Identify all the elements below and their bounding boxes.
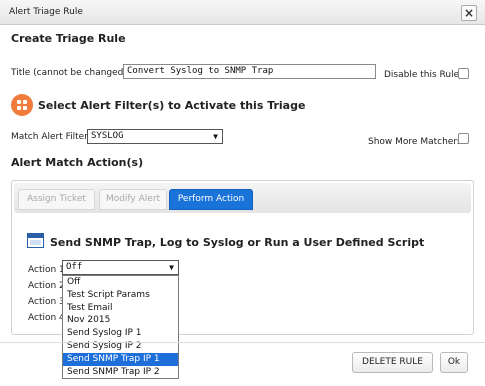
dropdown-option[interactable]: Send SNMP Trap IP 2 <box>63 366 178 379</box>
tab-modify-alert[interactable]: Modify Alert <box>99 189 167 210</box>
action-2-label: Action 2 <box>28 281 65 291</box>
title-field-label: Title (cannot be changed): <box>11 68 130 78</box>
dropdown-option-highlighted[interactable]: Send SNMP Trap IP 1 <box>63 352 178 366</box>
perform-action-heading: Send SNMP Trap, Log to Syslog or Run a U… <box>50 236 425 249</box>
footer-divider <box>0 342 485 343</box>
create-triage-rule-heading: Create Triage Rule <box>11 32 126 45</box>
disable-rule-label: Disable this Rule <box>384 70 460 80</box>
window-icon <box>27 233 44 248</box>
action-1-label: Action 1 <box>28 265 65 275</box>
tab-assign-ticket[interactable]: Assign Ticket <box>18 189 95 210</box>
action-1-select[interactable]: Off ▼ <box>62 260 179 275</box>
show-more-matchers-label: Show More Matchers <box>368 137 462 147</box>
action-1-dropdown-list: Off Test Script Params Test Email Nov 20… <box>62 275 179 379</box>
dropdown-option[interactable]: Test Script Params <box>63 289 178 302</box>
action-4-label: Action 4 <box>28 313 65 323</box>
match-filter-value: SYSLOG <box>91 131 124 141</box>
dropdown-option[interactable]: Nov 2015 <box>63 314 178 327</box>
tab-perform-action[interactable]: Perform Action <box>169 189 253 210</box>
actions-section-heading: Alert Match Action(s) <box>11 156 144 169</box>
match-filter-select[interactable]: SYSLOG ▼ <box>87 129 223 144</box>
filter-icon <box>11 94 33 116</box>
tab-bar: Assign Ticket Modify Alert Perform Actio… <box>14 183 471 213</box>
dropdown-arrow-icon: ▼ <box>169 263 174 272</box>
dropdown-option[interactable]: Off <box>63 276 178 289</box>
dropdown-arrow-icon: ▼ <box>213 132 218 141</box>
delete-rule-button[interactable]: DELETE RULE <box>352 352 433 373</box>
dropdown-option[interactable]: Send Syslog IP 1 <box>63 327 178 340</box>
show-more-matchers-checkbox[interactable] <box>458 133 469 144</box>
dropdown-option[interactable]: Test Email <box>63 302 178 315</box>
match-filter-label: Match Alert Filter <box>11 132 88 142</box>
dialog-title: Alert Triage Rule <box>9 7 83 17</box>
title-input[interactable]: Convert Syslog to SNMP Trap <box>123 64 376 79</box>
ok-button[interactable]: Ok <box>440 352 468 373</box>
close-icon: × <box>463 6 475 20</box>
disable-rule-checkbox[interactable] <box>458 68 469 79</box>
dialog-titlebar: Alert Triage Rule × <box>0 0 485 25</box>
close-button[interactable]: × <box>461 5 477 21</box>
action-3-label: Action 3 <box>28 297 65 307</box>
filter-section-heading: Select Alert Filter(s) to Activate this … <box>38 99 306 112</box>
action-1-value: Off <box>66 262 83 272</box>
